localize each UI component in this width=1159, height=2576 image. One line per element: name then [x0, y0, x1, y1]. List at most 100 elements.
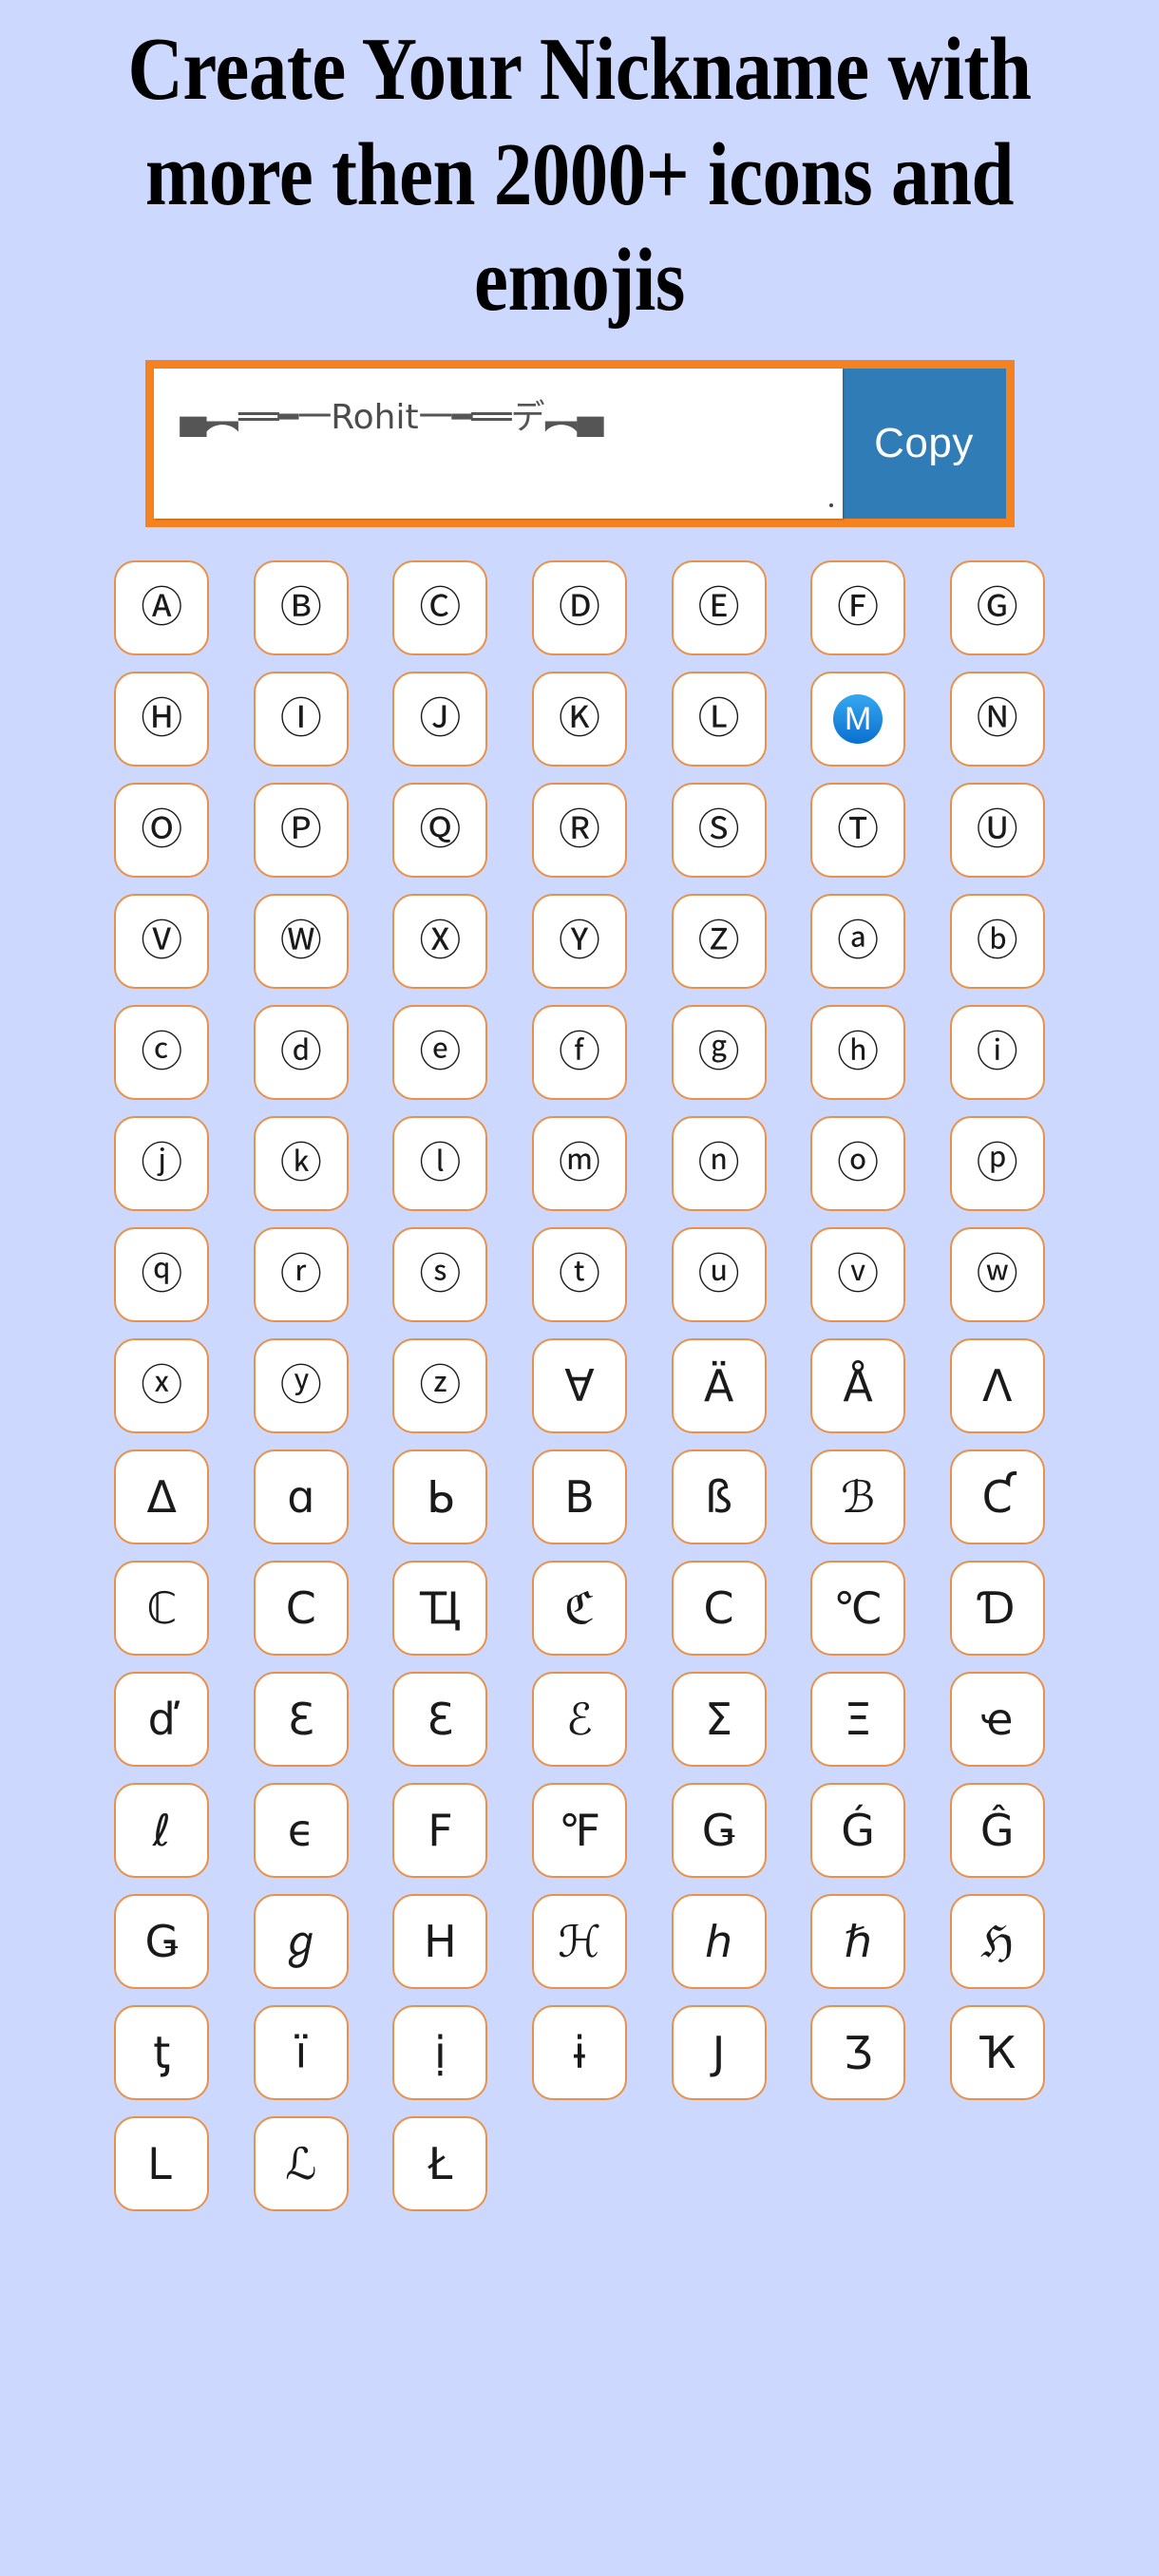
char-button[interactable]: F — [392, 1782, 488, 1878]
char-button[interactable]: ℃ — [810, 1560, 906, 1656]
char-button[interactable]: ⓧ — [114, 1337, 210, 1433]
char-button[interactable]: Ⓔ — [671, 559, 767, 655]
char-button[interactable]: С — [671, 1560, 767, 1656]
char-button[interactable]: ⓖ — [671, 1004, 767, 1100]
char-button[interactable]: ℌ — [949, 1893, 1045, 1989]
char-button[interactable]: Ɐ — [531, 1337, 627, 1433]
char-button[interactable]: Ɛ — [392, 1671, 488, 1767]
char-button[interactable]: ⓛ — [392, 1115, 488, 1211]
char-button[interactable]: Ⓝ — [949, 671, 1045, 767]
char-button[interactable]: Δ — [114, 1449, 210, 1544]
char-button[interactable]: ⓩ — [392, 1337, 488, 1433]
char-button[interactable]: Ҵ — [392, 1560, 488, 1656]
char-button[interactable]: Ⓓ — [531, 559, 627, 655]
char-button[interactable]: ƫ — [114, 2004, 210, 2100]
char-button[interactable]: ⓒ — [114, 1004, 210, 1100]
char-button[interactable]: Ⓠ — [392, 782, 488, 878]
char-button[interactable]: Ξ — [810, 1671, 906, 1767]
char-button[interactable]: Ⓤ — [949, 782, 1045, 878]
char-button[interactable]: Ⓖ — [949, 559, 1045, 655]
char-button[interactable]: Ⓞ — [114, 782, 210, 878]
char-button[interactable]: ⓘ — [949, 1004, 1045, 1100]
char-button[interactable]: ⓥ — [810, 1226, 906, 1322]
char-button[interactable]: Ʒ — [810, 2004, 906, 2100]
char-button[interactable]: ɑ — [253, 1449, 349, 1544]
char-button[interactable]: Ⓡ — [531, 782, 627, 878]
char-button[interactable]: ᖯ — [392, 1449, 488, 1544]
char-button[interactable]: Ⓦ — [253, 893, 349, 989]
char-button[interactable]: Ɗ — [949, 1560, 1045, 1656]
char-button[interactable]: Σ — [671, 1671, 767, 1767]
char-button[interactable]: Ƈ — [949, 1449, 1045, 1544]
char-button[interactable]: Ǵ — [810, 1782, 906, 1878]
char-button[interactable]: ℰ — [531, 1671, 627, 1767]
char-button[interactable]: Ǥ — [114, 1893, 210, 1989]
char-button[interactable]: ⓗ — [810, 1004, 906, 1100]
char-button[interactable]: M — [810, 671, 906, 767]
char-button[interactable]: Ⓣ — [810, 782, 906, 878]
char-button[interactable]: Ј — [671, 2004, 767, 2100]
char-button[interactable]: Ⓕ — [810, 559, 906, 655]
char-button[interactable]: Ⓗ — [114, 671, 210, 767]
char-button[interactable]: ɨ — [531, 2004, 627, 2100]
char-button[interactable]: Ϲ — [253, 1560, 349, 1656]
nickname-input[interactable]: ▄︻══━一Rohit一━══デ︻▄ — [153, 368, 843, 519]
char-button[interactable]: Å — [810, 1337, 906, 1433]
char-button[interactable]: ℬ — [810, 1449, 906, 1544]
char-button[interactable]: ⓑ — [949, 893, 1045, 989]
char-button[interactable]: ⓙ — [114, 1115, 210, 1211]
char-button[interactable]: ï — [253, 2004, 349, 2100]
char-button[interactable]: ⓠ — [114, 1226, 210, 1322]
char-button[interactable]: Ꮮ — [114, 2115, 210, 2211]
char-button[interactable]: ⓢ — [392, 1226, 488, 1322]
char-button[interactable]: ℏ — [810, 1893, 906, 1989]
char-button[interactable]: ⓣ — [531, 1226, 627, 1322]
char-button[interactable]: Ⓟ — [253, 782, 349, 878]
char-button[interactable]: Ʌ — [949, 1337, 1045, 1433]
char-button[interactable]: ϵ — [253, 1782, 349, 1878]
char-button[interactable]: ℊ — [253, 1893, 349, 1989]
char-button[interactable]: Ⓧ — [392, 893, 488, 989]
copy-button[interactable]: Copy — [842, 368, 1006, 519]
char-button[interactable]: Ⓑ — [253, 559, 349, 655]
char-button[interactable]: Η — [392, 1893, 488, 1989]
char-button[interactable]: ß — [671, 1449, 767, 1544]
char-button[interactable]: ⓕ — [531, 1004, 627, 1100]
char-button[interactable]: Ɛ — [253, 1671, 349, 1767]
char-button[interactable]: ⓐ — [810, 893, 906, 989]
char-button[interactable]: Ⓙ — [392, 671, 488, 767]
char-button[interactable]: ⓞ — [810, 1115, 906, 1211]
char-button[interactable]: ị — [392, 2004, 488, 2100]
char-button[interactable]: ⓡ — [253, 1226, 349, 1322]
char-button[interactable]: Ⓢ — [671, 782, 767, 878]
char-button[interactable]: Ⓥ — [114, 893, 210, 989]
char-button[interactable]: ⓨ — [253, 1337, 349, 1433]
char-button[interactable]: Ⓚ — [531, 671, 627, 767]
char-button[interactable]: ℉ — [531, 1782, 627, 1878]
char-button[interactable]: ⓤ — [671, 1226, 767, 1322]
char-button[interactable]: ⓔ — [392, 1004, 488, 1100]
char-button[interactable]: Ĝ — [949, 1782, 1045, 1878]
char-button[interactable]: ⓝ — [671, 1115, 767, 1211]
char-button[interactable]: ℭ — [531, 1560, 627, 1656]
char-button[interactable]: ℒ — [253, 2115, 349, 2211]
char-button[interactable]: ℂ — [114, 1560, 210, 1656]
char-button[interactable]: ⓚ — [253, 1115, 349, 1211]
char-button[interactable]: Ⓒ — [392, 559, 488, 655]
char-button[interactable]: ℋ — [531, 1893, 627, 1989]
char-button[interactable]: ď — [114, 1671, 210, 1767]
char-button[interactable]: ⓦ — [949, 1226, 1045, 1322]
char-button[interactable]: ⓜ — [531, 1115, 627, 1211]
char-button[interactable]: ⓟ — [949, 1115, 1045, 1211]
char-button[interactable]: Ä — [671, 1337, 767, 1433]
char-button[interactable]: Ł — [392, 2115, 488, 2211]
char-button[interactable]: Ⓛ — [671, 671, 767, 767]
char-button[interactable]: Β — [531, 1449, 627, 1544]
char-button[interactable]: Ⓐ — [114, 559, 210, 655]
char-button[interactable]: ℓ — [114, 1782, 210, 1878]
char-button[interactable]: Ⓨ — [531, 893, 627, 989]
char-button[interactable]: Ⓩ — [671, 893, 767, 989]
char-button[interactable]: ҽ — [949, 1671, 1045, 1767]
char-button[interactable]: Ǥ — [671, 1782, 767, 1878]
char-button[interactable]: Ⓘ — [253, 671, 349, 767]
